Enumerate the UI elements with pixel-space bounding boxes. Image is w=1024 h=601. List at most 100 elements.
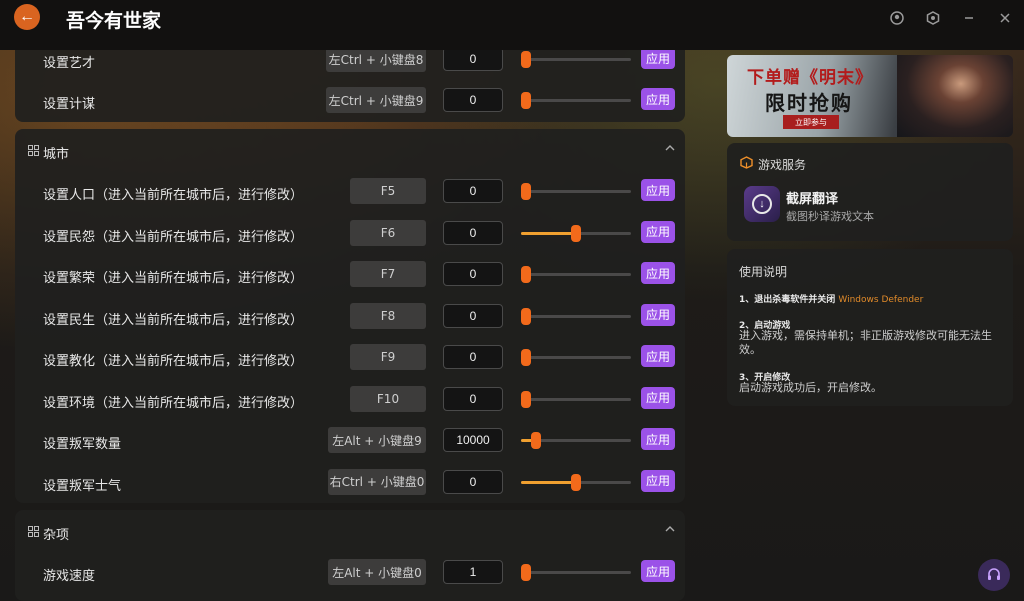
hotkey-badge: 左Alt + 小键盘0 [328, 559, 426, 585]
apply-button[interactable]: 应用 [641, 345, 675, 367]
slider-handle[interactable] [521, 564, 531, 581]
value-slider[interactable] [521, 224, 631, 242]
value-slider[interactable] [521, 473, 631, 491]
value-input[interactable]: 0 [443, 345, 503, 369]
box-icon [740, 156, 754, 170]
slider-handle[interactable] [521, 51, 531, 68]
value-slider[interactable] [521, 92, 631, 109]
hotkey-badge: F10 [350, 385, 426, 412]
settings-icon[interactable] [922, 7, 944, 29]
value-input[interactable]: 0 [443, 88, 503, 112]
cheat-row: 设置叛军数量 左Alt + 小键盘9 10000 应用 [15, 421, 685, 462]
promo-banner[interactable]: 下单赠《明末》 限时抢购 立即参与 [727, 55, 1013, 137]
grid-icon [28, 145, 40, 157]
slider-handle[interactable] [521, 349, 531, 366]
hotkey-badge: 左Alt + 小键盘9 [328, 427, 426, 453]
section-header-misc[interactable]: 杂项 [15, 511, 685, 553]
value-slider[interactable] [521, 51, 631, 68]
grid-icon [28, 526, 40, 538]
cheat-row: 游戏速度 左Alt + 小键盘0 1 应用 [15, 553, 685, 594]
cheat-row: 设置民生（进入当前所在城市后，进行修改） F8 0 应用 [15, 297, 685, 338]
instructions-title: 使用说明 [739, 265, 788, 279]
cheat-row: 设置繁荣（进入当前所在城市后，进行修改） F7 0 应用 [15, 255, 685, 296]
value-slider[interactable] [521, 564, 631, 581]
slider-handle[interactable] [521, 92, 531, 109]
slider-handle[interactable] [571, 473, 581, 491]
cheat-row: 设置民怨（进入当前所在城市后，进行修改） F6 0 应用 [15, 214, 685, 255]
slider-handle[interactable] [521, 266, 531, 283]
value-input[interactable]: 10000 [443, 428, 503, 452]
apply-button[interactable]: 应用 [641, 88, 675, 110]
apply-button[interactable]: 应用 [641, 303, 675, 326]
value-slider[interactable] [521, 390, 631, 408]
cheat-label: 设置人口（进入当前所在城市后，进行修改） [43, 188, 304, 203]
cheat-row: 设置计谋 左Ctrl + 小键盘9 0 应用 [15, 81, 685, 122]
apply-button[interactable]: 应用 [641, 386, 675, 409]
hotkey-badge: F9 [350, 344, 426, 370]
cheat-label: 设置环境（进入当前所在城市后，进行修改） [43, 395, 304, 411]
apply-button[interactable]: 应用 [641, 220, 675, 243]
download-arrow-icon: ↓ [759, 198, 765, 210]
hotkey-badge: F6 [350, 219, 426, 246]
back-button[interactable]: ← [14, 4, 40, 30]
slider-handle[interactable] [521, 183, 531, 200]
apply-button[interactable]: 应用 [641, 428, 675, 450]
close-icon[interactable] [994, 7, 1016, 29]
user-icon[interactable] [886, 7, 908, 29]
hotkey-badge: F8 [350, 302, 426, 329]
service-description: 截图秒译游戏文本 [786, 210, 874, 223]
slider-handle[interactable] [521, 307, 531, 325]
hotkey-badge: 右Ctrl + 小键盘0 [328, 468, 426, 495]
minimize-icon[interactable] [958, 7, 980, 29]
value-input[interactable]: 0 [443, 179, 503, 203]
cheat-label: 设置叛军士气 [43, 478, 122, 494]
value-input[interactable]: 0 [443, 47, 503, 71]
hotkey-badge: F7 [350, 261, 426, 287]
step-1-title: 1、退出杀毒软件并关闭 Windows Defender [739, 292, 923, 305]
value-input[interactable]: 1 [443, 560, 503, 584]
apply-button[interactable]: 应用 [641, 469, 675, 492]
value-input[interactable]: 0 [443, 469, 503, 494]
step-1-accent: Windows Defender [838, 295, 924, 305]
cheat-label: 设置教化（进入当前所在城市后，进行修改） [43, 354, 304, 369]
apply-button[interactable]: 应用 [641, 262, 675, 284]
value-slider[interactable] [521, 183, 631, 200]
step-3-text: 启动游戏成功后，开启修改。 [739, 381, 882, 394]
value-input[interactable]: 0 [443, 303, 503, 328]
section-header-city[interactable]: 城市 [15, 130, 685, 172]
slider-handle[interactable] [571, 224, 581, 242]
cheat-label: 设置计谋 [43, 97, 96, 112]
chevron-up-icon[interactable] [665, 142, 675, 154]
back-arrow-icon: ← [19, 8, 35, 25]
value-slider[interactable] [521, 266, 631, 283]
cheat-row: 设置教化（进入当前所在城市后，进行修改） F9 0 应用 [15, 338, 685, 379]
value-input[interactable]: 0 [443, 220, 503, 245]
cheat-row: 设置叛军士气 右Ctrl + 小键盘0 0 应用 [15, 463, 685, 504]
promo-headline: 下单赠《明末》 [747, 68, 873, 88]
hotkey-badge: 左Ctrl + 小键盘9 [326, 87, 426, 113]
apply-button[interactable]: 应用 [641, 179, 675, 201]
slider-handle[interactable] [531, 432, 541, 449]
cheat-label: 游戏速度 [43, 569, 96, 584]
cheat-label: 设置民生（进入当前所在城市后，进行修改） [43, 312, 304, 328]
headset-support-button[interactable] [978, 559, 1010, 591]
value-slider[interactable] [521, 349, 631, 366]
title-bar: ← 吾今有世家 [0, 0, 1024, 50]
screenshot-translate-icon[interactable]: ↓ [744, 186, 780, 222]
promo-cta-button[interactable]: 立即参与 [783, 115, 839, 129]
chevron-up-icon[interactable] [665, 523, 675, 535]
service-name[interactable]: 截屏翻译 [786, 188, 838, 207]
apply-button[interactable]: 应用 [641, 47, 675, 69]
headset-icon [988, 568, 1000, 580]
apply-button[interactable]: 应用 [641, 560, 675, 582]
value-input[interactable]: 0 [443, 386, 503, 411]
value-slider[interactable] [521, 432, 631, 449]
value-input[interactable]: 0 [443, 262, 503, 286]
cheat-row: 设置环境（进入当前所在城市后，进行修改） F10 0 应用 [15, 380, 685, 421]
slider-fill [521, 231, 576, 235]
cheat-label: 设置艺才 [43, 56, 96, 71]
section-title: 杂项 [43, 528, 70, 543]
cheat-label: 设置繁荣（进入当前所在城市后，进行修改） [43, 271, 304, 286]
slider-handle[interactable] [521, 390, 531, 408]
value-slider[interactable] [521, 307, 631, 325]
